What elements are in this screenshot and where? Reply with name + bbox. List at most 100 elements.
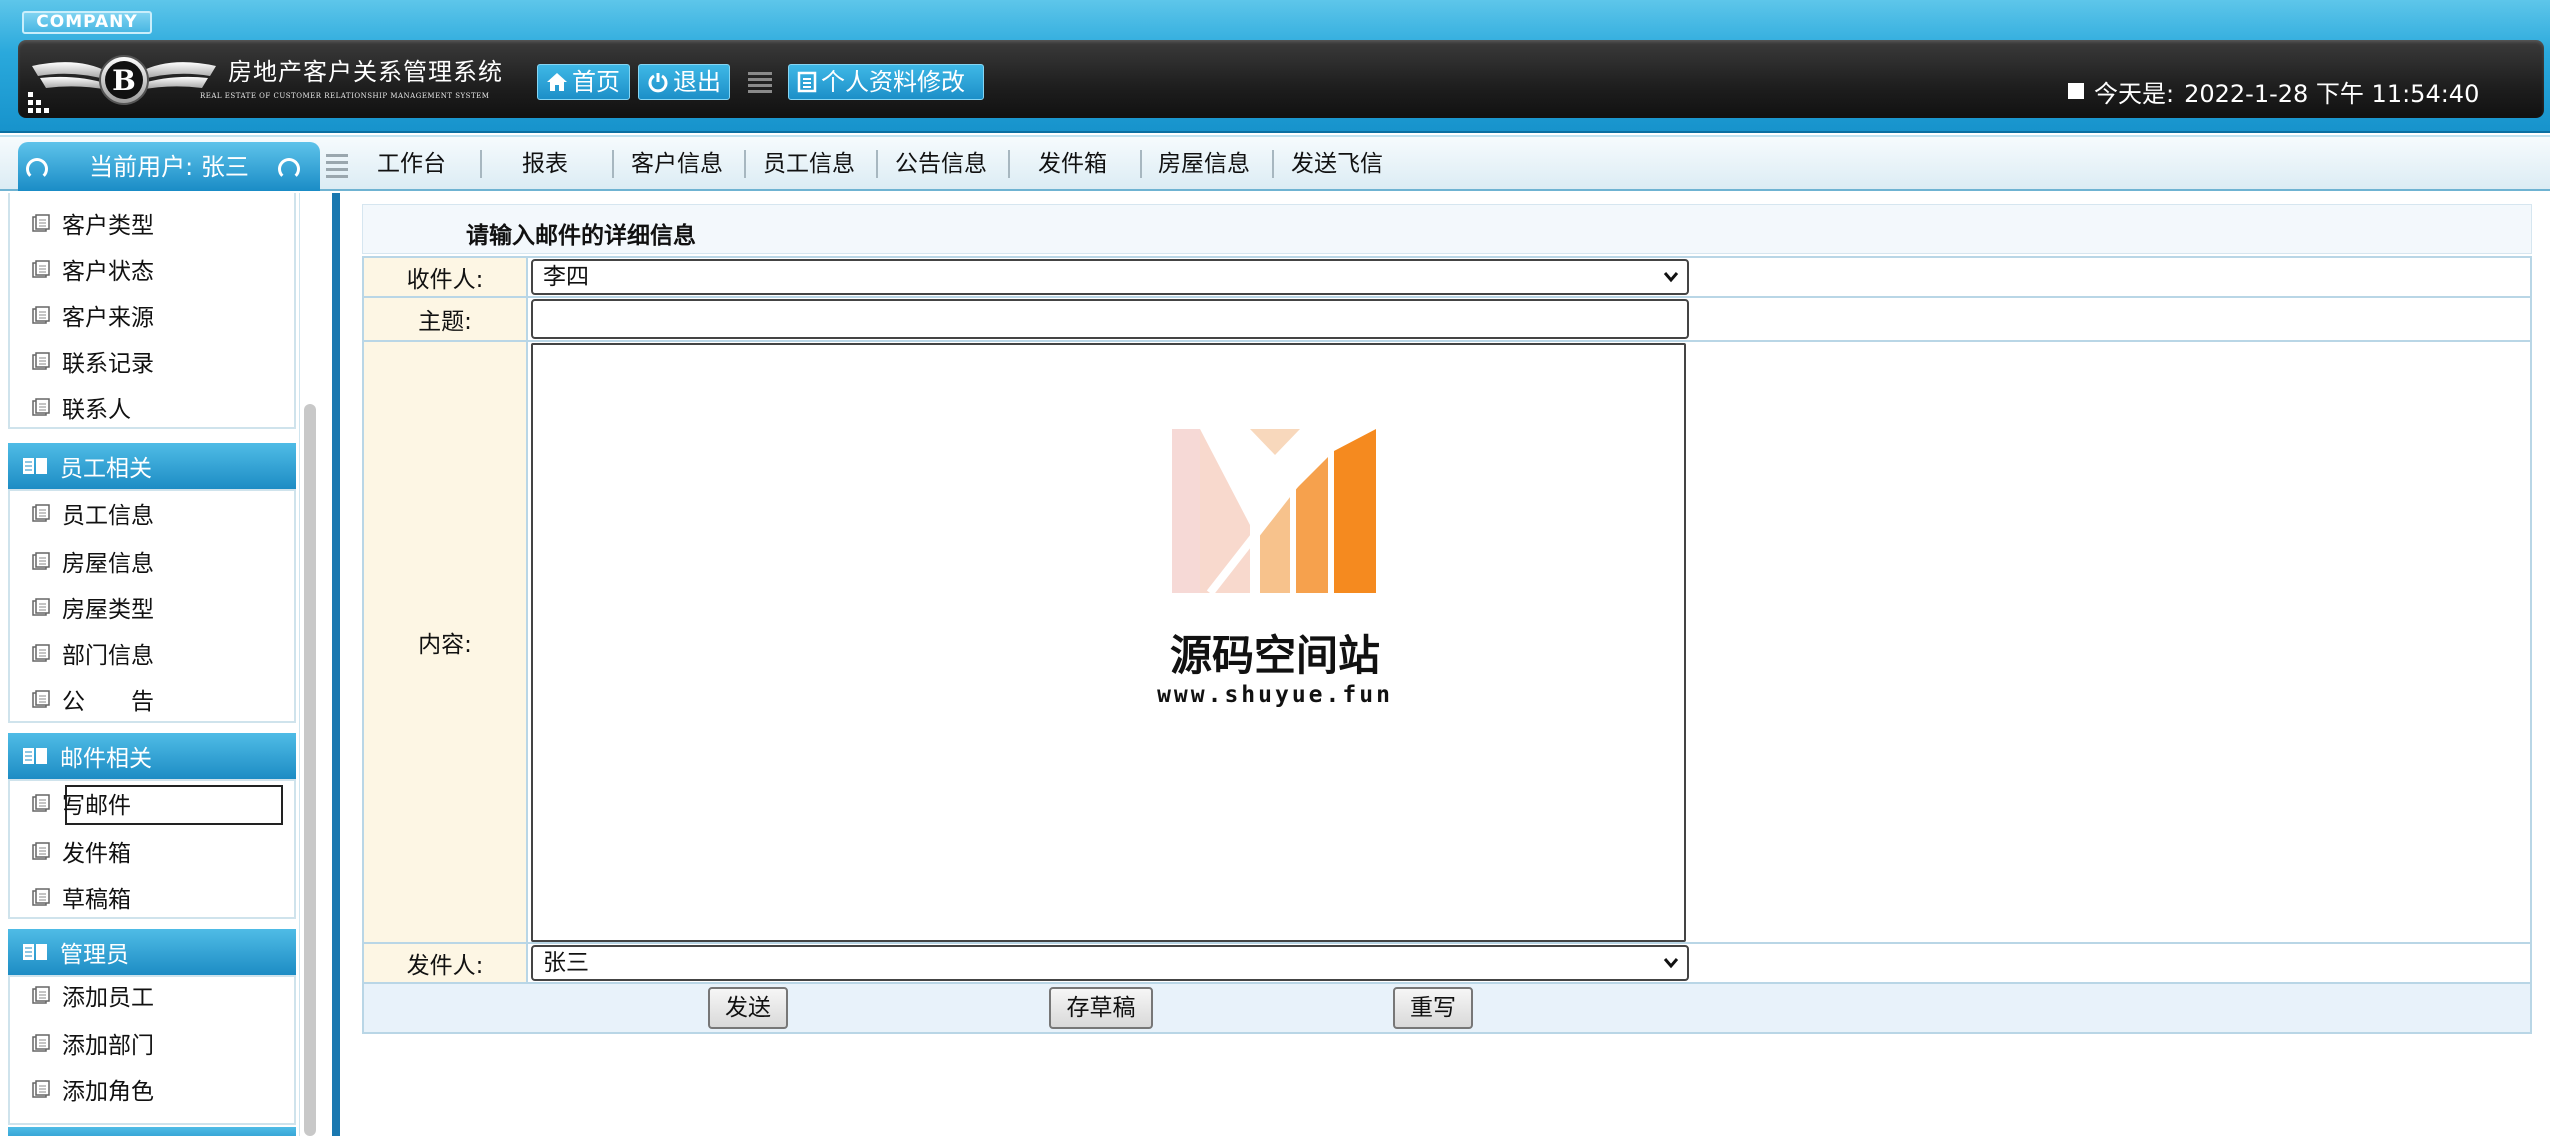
sidebar-item-label: 客户来源 bbox=[62, 305, 154, 331]
save-draft-button[interactable]: 存草稿 bbox=[1049, 987, 1153, 1029]
nav-item-notice-info[interactable]: 公告信息 bbox=[895, 148, 987, 180]
sidebar-item-label: 员工信息 bbox=[62, 503, 154, 529]
nav-separator bbox=[744, 150, 746, 178]
document-icon bbox=[32, 306, 50, 324]
sidebar-item-label: 公 告 bbox=[62, 689, 154, 715]
sidebar-group-title: 员工相关 bbox=[60, 456, 152, 482]
sidebar-item-label: 写邮件 bbox=[62, 793, 131, 819]
sidebar-item-label: 客户状态 bbox=[62, 259, 154, 285]
sidebar-group-header-admin[interactable]: 管理员 bbox=[8, 929, 296, 975]
sidebar-item-house-type[interactable]: 房屋类型 bbox=[32, 591, 154, 623]
sidebar-item-label: 添加部门 bbox=[62, 1033, 154, 1059]
book-icon bbox=[23, 944, 47, 960]
sidebar-item-label: 房屋类型 bbox=[62, 597, 154, 623]
nav-item-staff-info[interactable]: 员工信息 bbox=[763, 148, 855, 180]
sidebar-group-title: 管理员 bbox=[60, 942, 129, 968]
reset-button[interactable]: 重写 bbox=[1393, 987, 1473, 1029]
current-user-label: 当前用户: 张三 bbox=[89, 153, 249, 181]
sender-label: 发件人: bbox=[364, 944, 528, 982]
recipient-select[interactable]: 李四 bbox=[531, 259, 1689, 295]
sidebar-item-label: 联系人 bbox=[62, 397, 131, 423]
sidebar-item-add-staff[interactable]: 添加员工 bbox=[32, 979, 154, 1011]
send-button[interactable]: 发送 bbox=[708, 987, 788, 1029]
sidebar-item-customer-status[interactable]: 客户状态 bbox=[32, 253, 154, 285]
logout-button[interactable]: 退出 bbox=[638, 64, 730, 100]
power-icon bbox=[648, 73, 668, 93]
sidebar-item-notice[interactable]: 公 告 bbox=[32, 683, 154, 715]
document-icon bbox=[32, 552, 50, 570]
nav-separator bbox=[876, 150, 878, 178]
bars-icon bbox=[748, 72, 772, 93]
watermark-logo-icon bbox=[1172, 429, 1376, 596]
sidebar-item-department-info[interactable]: 部门信息 bbox=[32, 637, 154, 669]
sidebar-item-label: 添加员工 bbox=[62, 985, 154, 1011]
document-icon bbox=[32, 644, 50, 662]
document-icon bbox=[32, 598, 50, 616]
recipient-label: 收件人: bbox=[364, 258, 528, 296]
company-tag: COMPANY bbox=[22, 11, 152, 34]
sidebar-item-contact-record[interactable]: 联系记录 bbox=[32, 345, 154, 377]
document-icon bbox=[32, 986, 50, 1004]
system-title: 房地产客户关系管理系统 bbox=[228, 58, 503, 86]
sidebar-group-title: 邮件相关 bbox=[60, 746, 152, 772]
nav-separator bbox=[612, 150, 614, 178]
subject-input[interactable] bbox=[531, 299, 1689, 339]
document-icon bbox=[32, 690, 50, 708]
recipient-value: 李四 bbox=[543, 264, 589, 290]
nav-item-workbench[interactable]: 工作台 bbox=[377, 148, 446, 180]
content-label: 内容: bbox=[364, 342, 528, 942]
sidebar-item-customer-source[interactable]: 客户来源 bbox=[32, 299, 154, 331]
bars-icon bbox=[326, 154, 348, 178]
sidebar-scroll-thumb[interactable] bbox=[304, 404, 316, 1136]
sender-value: 张三 bbox=[543, 950, 589, 976]
sidebar-item-contact-person[interactable]: 联系人 bbox=[32, 391, 131, 423]
profile-edit-button[interactable]: 个人资料修改 bbox=[788, 64, 984, 100]
frame-divider bbox=[332, 193, 340, 1136]
sidebar: 客户类型 客户状态 客户来源 联系记录 联系人 员工相关 员工信息 房屋信息 房… bbox=[0, 193, 300, 1136]
sidebar-item-label: 客户类型 bbox=[62, 213, 154, 239]
document-icon bbox=[32, 794, 50, 812]
document-icon bbox=[32, 260, 50, 278]
document-icon bbox=[797, 71, 817, 93]
nav-item-send-fetion[interactable]: 发送飞信 bbox=[1291, 148, 1383, 180]
svg-text:B: B bbox=[112, 64, 136, 97]
document-icon bbox=[32, 352, 50, 370]
watermark-name: 源码空间站 bbox=[1169, 631, 1380, 680]
document-icon bbox=[32, 842, 50, 860]
document-icon bbox=[32, 1034, 50, 1052]
grid-dots-icon bbox=[28, 92, 49, 113]
chevron-down-icon bbox=[1663, 958, 1679, 969]
sidebar-item-customer-type[interactable]: 客户类型 bbox=[32, 207, 154, 239]
date-value: 2022-1-28 下午 11:54:40 bbox=[2184, 79, 2480, 108]
nav-item-house-info[interactable]: 房屋信息 bbox=[1158, 148, 1250, 180]
document-icon bbox=[32, 214, 50, 232]
sidebar-item-house-info[interactable]: 房屋信息 bbox=[32, 545, 154, 577]
sidebar-item-add-department[interactable]: 添加部门 bbox=[32, 1027, 154, 1059]
sidebar-item-label: 房屋信息 bbox=[62, 551, 154, 577]
sidebar-item-label: 发件箱 bbox=[62, 841, 131, 867]
current-user-tab: 当前用户: 张三 bbox=[18, 142, 320, 191]
document-icon bbox=[32, 504, 50, 522]
sidebar-item-write-mail[interactable]: 写邮件 bbox=[32, 787, 131, 819]
home-label: 首页 bbox=[572, 67, 620, 96]
sidebar-group-header-next[interactable] bbox=[8, 1127, 296, 1136]
book-icon bbox=[23, 458, 47, 474]
nav-item-outbox[interactable]: 发件箱 bbox=[1038, 148, 1107, 180]
sidebar-item-drafts[interactable]: 草稿箱 bbox=[32, 881, 131, 913]
sidebar-group-header-staff[interactable]: 员工相关 bbox=[8, 443, 296, 489]
sidebar-item-label: 部门信息 bbox=[62, 643, 154, 669]
date-label: 今天是: bbox=[2094, 79, 2175, 108]
sidebar-group-header-mail[interactable]: 邮件相关 bbox=[8, 733, 296, 779]
date-display: 今天是: 2022-1-28 下午 11:54:40 bbox=[2068, 76, 2480, 108]
home-button[interactable]: 首页 bbox=[537, 64, 630, 100]
chevron-down-icon bbox=[1663, 272, 1679, 283]
sidebar-item-add-role[interactable]: 添加角色 bbox=[32, 1073, 154, 1105]
hook-icon bbox=[278, 158, 300, 180]
bentley-logo-icon: B bbox=[32, 55, 216, 105]
nav-item-report[interactable]: 报表 bbox=[522, 148, 568, 180]
sender-select[interactable]: 张三 bbox=[531, 945, 1689, 981]
sidebar-item-outbox[interactable]: 发件箱 bbox=[32, 835, 131, 867]
nav-item-customer-info[interactable]: 客户信息 bbox=[631, 148, 723, 180]
sidebar-item-staff-info[interactable]: 员工信息 bbox=[32, 497, 154, 529]
subject-label: 主题: bbox=[364, 298, 528, 340]
